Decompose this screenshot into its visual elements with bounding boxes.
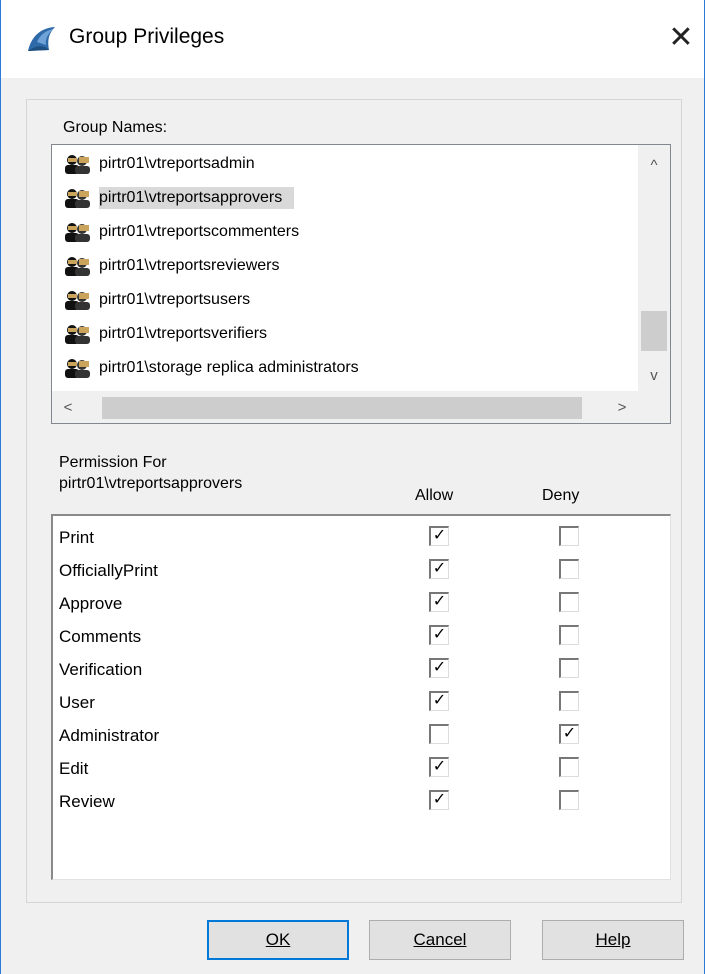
group-name-text: pirtr01\storage replica administrators — [99, 359, 359, 376]
help-button[interactable]: Help — [542, 920, 684, 960]
permission-row: Administrator ✓ — [59, 720, 659, 753]
permission-name: OfficiallyPrint — [59, 561, 158, 580]
allow-column-header: Allow — [415, 487, 454, 504]
permission-row: Comments ✓ — [59, 621, 659, 654]
close-icon: ✕ — [668, 21, 694, 54]
scroll-right-icon[interactable]: > — [612, 399, 632, 416]
permission-name: User — [59, 693, 95, 712]
horizontal-scrollbar[interactable]: < > — [52, 391, 638, 423]
allow-checkbox[interactable]: ✓ — [429, 658, 449, 678]
group-name-text: pirtr01\vtreportsadmin — [99, 155, 255, 172]
allow-checkbox[interactable] — [429, 724, 449, 744]
deny-checkbox[interactable] — [559, 526, 579, 546]
scroll-left-icon[interactable]: < — [58, 399, 78, 416]
deny-checkbox[interactable] — [559, 790, 579, 810]
group-list-item[interactable]: pirtr01\vtreportsreviewers — [62, 252, 280, 280]
user-group-icon — [65, 189, 90, 208]
permission-row: Review ✓ — [59, 786, 659, 819]
permissions-list: Print ✓ OfficiallyPrint ✓ Approve ✓ Comments ✓ V… — [51, 514, 671, 880]
permission-group-name: pirtr01\vtreportsapprovers — [59, 475, 243, 492]
close-button[interactable]: ✕ — [661, 20, 701, 56]
window-title: Group Privileges — [69, 25, 225, 48]
deny-checkbox[interactable] — [559, 592, 579, 612]
scrollbar-corner — [638, 391, 670, 423]
allow-checkbox[interactable]: ✓ — [429, 625, 449, 645]
user-group-icon — [65, 223, 90, 242]
vertical-scroll-thumb[interactable] — [641, 311, 667, 351]
group-name-text: pirtr01\vtreportsverifiers — [99, 325, 268, 342]
group-name-text: pirtr01\vtreportsapprovers — [99, 187, 295, 209]
deny-checkbox[interactable] — [559, 625, 579, 645]
deny-checkbox[interactable] — [559, 757, 579, 777]
cancel-button[interactable]: Cancel — [369, 920, 511, 960]
permission-for-label: Permission For — [59, 454, 167, 471]
group-list-item[interactable]: pirtr01\vtreportsverifiers — [62, 320, 267, 348]
user-group-icon — [65, 359, 90, 378]
group-list-item[interactable]: pirtr01\vtreportsadmin — [62, 150, 255, 178]
help-button-label: Help — [595, 930, 631, 949]
group-name-text: pirtr01\vtreportsreviewers — [99, 257, 280, 274]
group-list-item[interactable]: pirtr01\vtreportsusers — [62, 286, 250, 314]
permission-name: Review — [59, 792, 115, 811]
group-privileges-dialog: Group Privileges ✕ Group Names: pirtr01\… — [0, 0, 705, 974]
deny-checkbox[interactable] — [559, 658, 579, 678]
permission-name: Administrator — [59, 726, 160, 745]
title-bar: Group Privileges ✕ — [1, 0, 704, 78]
group-names-label: Group Names: — [63, 119, 168, 136]
deny-checkbox[interactable] — [559, 691, 579, 711]
user-group-icon — [65, 325, 90, 344]
vertical-scrollbar[interactable]: ^ v — [638, 145, 670, 391]
allow-checkbox[interactable]: ✓ — [429, 526, 449, 546]
permission-name: Comments — [59, 627, 142, 646]
permission-name: Approve — [59, 594, 123, 613]
permission-name: Print — [59, 528, 94, 547]
allow-checkbox[interactable]: ✓ — [429, 691, 449, 711]
scroll-down-icon[interactable]: v — [644, 367, 664, 384]
group-name-text: pirtr01\vtreportscommenters — [99, 223, 300, 240]
permission-name: Verification — [59, 660, 143, 679]
permission-row: Verification ✓ — [59, 654, 659, 687]
deny-checkbox[interactable] — [559, 559, 579, 579]
scroll-up-icon[interactable]: ^ — [644, 157, 664, 174]
cancel-button-label: Cancel — [413, 930, 467, 949]
user-group-icon — [65, 257, 90, 276]
horizontal-scroll-thumb[interactable] — [102, 397, 582, 419]
user-group-icon — [65, 155, 90, 174]
allow-checkbox[interactable]: ✓ — [429, 757, 449, 777]
group-list-item[interactable]: pirtr01\vtreportsapprovers — [62, 184, 295, 212]
group-names-list[interactable]: pirtr01\vtreportsadmin pirtr01\vtreportsa… — [51, 144, 671, 424]
allow-checkbox[interactable]: ✓ — [429, 592, 449, 612]
permission-row: User ✓ — [59, 687, 659, 720]
permission-row: Print ✓ — [59, 522, 659, 555]
permission-row: OfficiallyPrint ✓ — [59, 555, 659, 588]
permission-name: Edit — [59, 759, 89, 778]
user-group-icon — [65, 291, 90, 310]
allow-checkbox[interactable]: ✓ — [429, 559, 449, 579]
permission-row: Approve ✓ — [59, 588, 659, 621]
ok-button[interactable]: OK — [207, 920, 349, 960]
group-name-text: pirtr01\vtreportsusers — [99, 291, 251, 308]
group-list-item[interactable]: pirtr01\vtreportscommenters — [62, 218, 299, 246]
group-list-item[interactable]: pirtr01\storage replica administrators — [62, 354, 359, 382]
deny-column-header: Deny — [542, 487, 580, 504]
ok-button-label: OK — [265, 930, 291, 949]
deny-checkbox[interactable]: ✓ — [559, 724, 579, 744]
permission-row: Edit ✓ — [59, 753, 659, 786]
allow-checkbox[interactable]: ✓ — [429, 790, 449, 810]
app-logo-icon — [28, 27, 55, 51]
